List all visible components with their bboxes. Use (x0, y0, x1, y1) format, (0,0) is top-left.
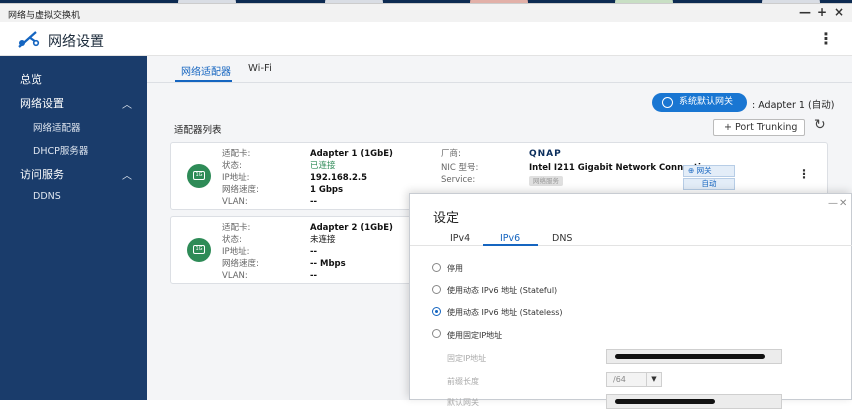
ip-label: IP地址: (222, 173, 250, 183)
ethernet-port-icon: 1G (187, 164, 211, 188)
radio-stateful[interactable] (432, 285, 441, 294)
network-settings-icon (18, 31, 40, 48)
nic-model-label: NIC 型号: (441, 163, 479, 173)
default-gateway-label: 系统默认网关 (679, 97, 734, 107)
vlan-label: VLAN: (222, 271, 248, 281)
vlan-value: -- (310, 271, 318, 281)
adapter-label: 适配卡: (222, 149, 251, 159)
vendor-logo: QNAP (529, 149, 562, 159)
dialog-close-button[interactable]: ✕ (839, 198, 847, 209)
vlan-label: VLAN: (222, 197, 248, 207)
adapter-label: 适配卡: (222, 223, 251, 233)
tab-ipv6[interactable]: IPv6 (500, 233, 520, 244)
sidebar-item-overview[interactable]: 总览 (20, 71, 42, 87)
default-gateway-value: : Adapter 1 (自动) (752, 100, 835, 111)
radio-stateless[interactable] (432, 307, 441, 316)
chevron-up-icon[interactable]: ︿ (122, 96, 132, 111)
fixed-ip-field-label: 固定IP地址 (447, 354, 487, 363)
sidebar-item-network-settings[interactable]: 网络设置 (20, 95, 64, 111)
nic-icon-speed: 1G (193, 171, 205, 180)
default-gateway-input[interactable] (606, 394, 782, 409)
fixed-ip-input[interactable] (606, 349, 782, 364)
ip-value: -- (310, 247, 318, 257)
sidebar-item-network-adapter[interactable]: 网络适配器 (33, 120, 81, 134)
option-disable-label: 停用 (447, 264, 463, 273)
sidebar: 总览 网络设置 ︿ 网络适配器 DHCP服务器 访问服务 ︿ DDNS (0, 56, 147, 400)
vendor-label: 厂商: (441, 149, 461, 159)
speed-value: 1 Gbps (310, 185, 344, 195)
kebab-menu-icon[interactable]: ⋮ (818, 29, 834, 49)
adapter-name: Adapter 1 (1GbE) (310, 149, 393, 159)
active-tab-indicator (483, 244, 538, 246)
ip-label: IP地址: (222, 247, 250, 257)
window-title-bar: 网络与虚拟交换机 — + × (0, 3, 852, 22)
auto-badge: 自动 (683, 178, 735, 190)
page-title: 网络设置 (48, 34, 104, 50)
nic-icon-speed: 1G (193, 245, 205, 254)
vlan-value: -- (310, 197, 318, 207)
prefix-length-label: 前缀长度 (447, 377, 479, 386)
status-value: 已连接 (310, 161, 336, 171)
adapter-menu-icon[interactable]: ⋮ (798, 167, 810, 181)
status-label: 状态: (222, 161, 242, 171)
sidebar-item-dhcp-server[interactable]: DHCP服务器 (33, 143, 88, 157)
dialog-minimize-button[interactable]: — (828, 198, 838, 209)
app-header: 网络设置 ⋮ (0, 22, 852, 56)
option-stateful-label: 使用动态 IPv6 地址 (Stateful) (447, 286, 558, 295)
active-tab-indicator (175, 80, 232, 82)
option-fixed-ip-label: 使用固定IP地址 (447, 331, 503, 340)
service-label: Service: (441, 175, 476, 185)
tab-ipv4[interactable]: IPv4 (450, 233, 470, 244)
prefix-length-select[interactable]: /64 ▼ (606, 372, 662, 387)
gateway-badge: ⊕ 网关 (683, 165, 735, 177)
gateway-icon (662, 97, 673, 108)
speed-label: 网络速度: (222, 259, 259, 269)
default-gateway-field-label: 默认网关 (447, 398, 479, 407)
speed-value: -- Mbps (310, 259, 346, 269)
maximize-button[interactable]: + (817, 5, 827, 19)
radio-disable[interactable] (432, 263, 441, 272)
tabs-divider (147, 82, 852, 83)
dialog-tabs-divider (410, 245, 852, 246)
chevron-down-icon: ▼ (646, 373, 661, 386)
close-button[interactable]: × (834, 5, 844, 19)
adapter-list-title: 适配器列表 (174, 125, 222, 136)
default-gateway-button[interactable]: 系统默认网关 (652, 93, 747, 112)
sidebar-item-ddns[interactable]: DDNS (33, 191, 61, 202)
chevron-up-icon[interactable]: ︿ (122, 167, 132, 182)
ethernet-port-icon: 1G (187, 238, 211, 262)
tab-dns[interactable]: DNS (552, 233, 572, 244)
adapter-name: Adapter 2 (1GbE) (310, 223, 393, 233)
window-title: 网络与虚拟交换机 (8, 11, 81, 21)
tab-wifi[interactable]: Wi-Fi (248, 63, 272, 74)
browser-top-bar: 网络与虚拟交换机 — + × (0, 0, 852, 22)
sidebar-item-access-services[interactable]: 访问服务 (20, 166, 64, 182)
speed-label: 网络速度: (222, 185, 259, 195)
radio-fixed-ip[interactable] (432, 329, 441, 338)
tab-network-adapter[interactable]: 网络适配器 (181, 63, 231, 78)
minimize-button[interactable]: — (799, 5, 811, 19)
port-trunking-button[interactable]: + Port Trunking (713, 119, 805, 136)
prefix-length-value: /64 (613, 375, 626, 384)
option-stateless-label: 使用动态 IPv6 地址 (Stateless) (447, 308, 563, 317)
service-badge: 网络服务 (529, 176, 563, 186)
dialog-title: 设定 (433, 211, 460, 226)
ip-value: 192.168.2.5 (310, 173, 368, 183)
redacted-value (615, 354, 765, 359)
refresh-icon[interactable]: ↻ (814, 117, 826, 133)
gateway-badge-label: 网关 (696, 166, 712, 175)
status-label: 状态: (222, 235, 242, 245)
settings-dialog: — ✕ 设定 IPv4 IPv6 DNS 停用 使用动态 IPv6 地址 (St… (409, 193, 852, 409)
status-value: 未连接 (310, 235, 336, 245)
